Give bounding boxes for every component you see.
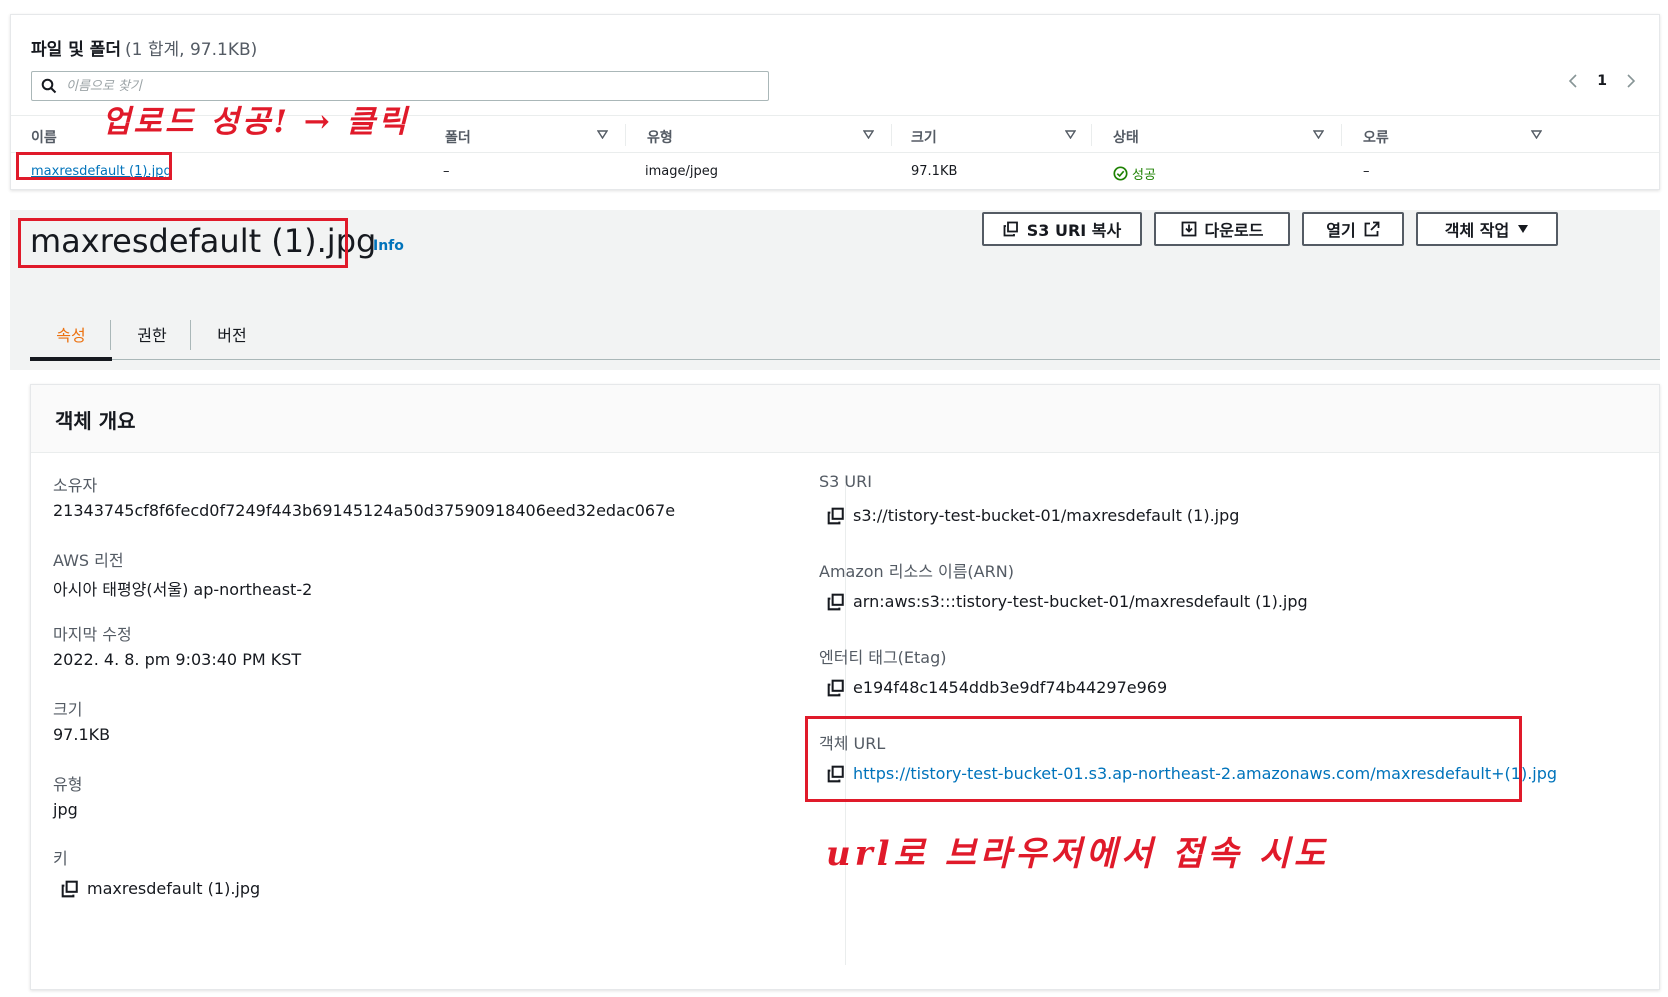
- overview-title: 객체 개요: [55, 409, 136, 433]
- column-divider: [1091, 124, 1092, 146]
- sort-down-icon[interactable]: [1313, 130, 1324, 139]
- etag-value: e194f48c1454ddb3e9df74b44297e969: [827, 678, 1167, 697]
- owner-value: 21343745cf8f6fecd0f7249f443b69145124a50d…: [53, 501, 676, 520]
- copy-icon[interactable]: [827, 507, 845, 525]
- tab-properties[interactable]: 속성: [30, 308, 112, 360]
- tab-divider: [110, 320, 111, 350]
- tab-permissions[interactable]: 권한: [112, 308, 192, 360]
- sort-down-icon[interactable]: [863, 130, 874, 139]
- open-label: 열기: [1326, 221, 1356, 240]
- tab-versions[interactable]: 버전: [192, 308, 272, 360]
- object-actions-button[interactable]: 객체 작업: [1416, 212, 1558, 246]
- active-tab-underline: [30, 357, 112, 361]
- object-overview-panel: 객체 개요 소유자 21343745cf8f6fecd0f7249f443b69…: [30, 384, 1660, 990]
- chevron-left-icon[interactable]: [1565, 73, 1581, 89]
- file-size: 97.1KB: [911, 164, 958, 179]
- copy-icon[interactable]: [827, 593, 845, 611]
- last-modified-value: 2022. 4. 8. pm 9:03:40 PM KST: [53, 650, 302, 669]
- region-label: AWS 리전: [53, 551, 124, 570]
- success-check-icon: [1113, 166, 1128, 181]
- type-value: jpg: [53, 800, 78, 819]
- info-link[interactable]: Info: [373, 238, 404, 254]
- last-modified-label: 마지막 수정: [53, 625, 132, 644]
- copy-icon: [1003, 221, 1018, 237]
- files-panel-title: 파일 및 폴더 (1 합계, 97.1KB): [31, 35, 257, 60]
- status-badge: 성공: [1113, 164, 1156, 183]
- type-label: 유형: [53, 775, 83, 794]
- annotation-upload-success: 업로드 성공! → 클릭: [102, 104, 410, 140]
- download-button[interactable]: 다운로드: [1154, 212, 1290, 246]
- status-text: 성공: [1132, 168, 1156, 183]
- arn-text: arn:aws:s3:::tistory-test-bucket-01/maxr…: [853, 592, 1308, 611]
- caret-down-icon: [1518, 225, 1529, 233]
- object-tabs: 속성 권한 버전: [30, 308, 1660, 361]
- column-header-status[interactable]: 상태: [1113, 127, 1139, 147]
- size-label: 크기: [53, 700, 83, 719]
- table-row: maxresdefault (1).jpg – image/jpeg 97.1K…: [11, 155, 1659, 189]
- download-label: 다운로드: [1204, 221, 1264, 240]
- annotation-url-browser: url로 브라우저에서 접속 시도: [826, 834, 1330, 874]
- page-number[interactable]: 1: [1597, 73, 1607, 89]
- column-header-name[interactable]: 이름: [31, 127, 57, 147]
- sort-down-icon[interactable]: [1065, 130, 1076, 139]
- external-link-icon: [1364, 221, 1380, 237]
- arn-label: Amazon 리소스 이름(ARN): [819, 562, 1014, 581]
- etag-text: e194f48c1454ddb3e9df74b44297e969: [853, 678, 1168, 697]
- column-divider: [891, 124, 892, 146]
- search-icon: [41, 78, 57, 94]
- column-header-size[interactable]: 크기: [911, 127, 937, 147]
- sort-down-icon[interactable]: [1531, 130, 1542, 139]
- file-error: –: [1363, 164, 1370, 179]
- column-divider: [1341, 124, 1342, 146]
- column-divider: [625, 124, 626, 146]
- files-panel-title-text: 파일 및 폴더: [31, 40, 122, 60]
- column-header-type[interactable]: 유형: [647, 127, 673, 147]
- open-button[interactable]: 열기: [1302, 212, 1404, 246]
- key-value-text: maxresdefault (1).jpg: [87, 879, 261, 898]
- key-value: maxresdefault (1).jpg: [61, 879, 260, 898]
- copy-icon[interactable]: [827, 679, 845, 697]
- download-icon: [1181, 221, 1196, 237]
- s3-uri-text: s3://tistory-test-bucket-01/maxresdefaul…: [853, 506, 1240, 525]
- files-count: (1 합계, 97.1KB): [125, 40, 258, 60]
- highlight-box-file-link: [16, 152, 172, 180]
- key-label: 키: [53, 849, 68, 868]
- etag-label: 엔터티 태그(Etag): [819, 648, 947, 667]
- s3-uri-label: S3 URI: [819, 472, 872, 491]
- column-header-error[interactable]: 오류: [1363, 127, 1389, 147]
- copy-s3-uri-label: S3 URI 복사: [1026, 221, 1122, 240]
- file-folder: –: [443, 164, 450, 179]
- s3-uri-value: s3://tistory-test-bucket-01/maxresdefaul…: [827, 506, 1239, 525]
- copy-s3-uri-button[interactable]: S3 URI 복사: [982, 212, 1142, 246]
- owner-label: 소유자: [53, 476, 98, 495]
- highlight-box-title: [18, 218, 348, 268]
- pagination: 1: [1565, 73, 1639, 89]
- copy-icon[interactable]: [61, 880, 79, 898]
- search-input[interactable]: [66, 75, 756, 97]
- region-value: 아시아 태평양(서울) ap-northeast-2: [53, 580, 313, 599]
- size-value: 97.1KB: [53, 725, 111, 744]
- highlight-box-object-url: [805, 716, 1522, 802]
- arn-value: arn:aws:s3:::tistory-test-bucket-01/maxr…: [827, 592, 1308, 611]
- tab-divider: [190, 320, 191, 350]
- overview-header: 객체 개요: [31, 385, 1659, 453]
- chevron-right-icon[interactable]: [1623, 73, 1639, 89]
- sort-down-icon[interactable]: [597, 130, 608, 139]
- column-header-folder[interactable]: 폴더: [445, 127, 471, 147]
- object-actions-label: 객체 작업: [1444, 221, 1510, 240]
- file-type: image/jpeg: [645, 164, 718, 179]
